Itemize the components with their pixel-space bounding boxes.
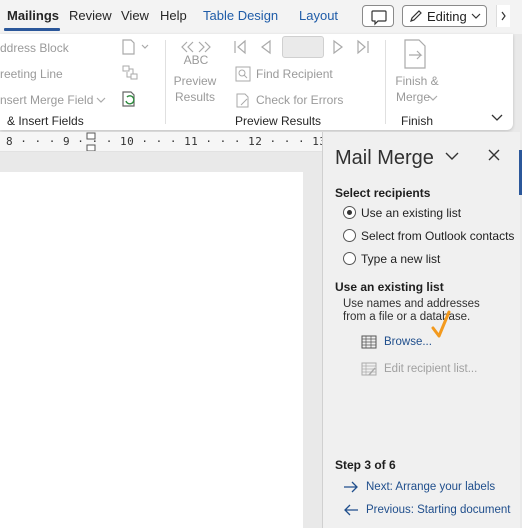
- insert-merge-field-button[interactable]: nsert Merge Field: [0, 93, 93, 107]
- edit-recipient-list-label: Edit recipient list...: [384, 363, 478, 375]
- chevron-down-icon: [428, 95, 438, 101]
- radio-button[interactable]: [343, 252, 356, 265]
- select-recipients-heading: Select recipients: [335, 186, 431, 200]
- chevron-down-icon: [96, 97, 106, 103]
- find-recipient-button[interactable]: Find Recipient: [256, 67, 333, 81]
- group-label-finish: Finish: [401, 114, 434, 128]
- edit-list-icon: [361, 362, 377, 376]
- arrow-left-icon: [344, 504, 358, 516]
- preview-abc-label: ABC: [183, 53, 209, 67]
- document-page[interactable]: [0, 172, 303, 528]
- chevron-down-icon[interactable]: [444, 148, 460, 164]
- radio-label: Select from Outlook contacts: [361, 229, 515, 243]
- collapse-ribbon-icon[interactable]: [490, 112, 504, 124]
- last-record-icon[interactable]: [355, 39, 371, 55]
- ruler-marks: 8 · · · 9 · · · 10 · · · 11 · · · 12 · ·…: [6, 135, 322, 148]
- radio-label: Type a new list: [361, 252, 441, 266]
- tab-help[interactable]: Help: [160, 8, 187, 23]
- record-number-input[interactable]: [282, 36, 324, 58]
- group-separator: [385, 40, 386, 124]
- ribbon-tab-bar: Mailings Review View Help Table Design L…: [0, 0, 522, 34]
- previous-step-label[interactable]: Previous: Starting document: [366, 504, 510, 516]
- browse-link-label[interactable]: Browse...: [384, 336, 432, 348]
- checkmark-icon: [431, 310, 451, 338]
- rules-icon[interactable]: [121, 38, 149, 56]
- table-icon: [361, 335, 377, 349]
- document-area: [0, 152, 322, 528]
- tab-mailings[interactable]: Mailings: [7, 8, 59, 23]
- use-existing-description: Use names and addresses from a file or a…: [343, 298, 480, 323]
- mail-merge-pane: Mail Merge Select recipients Use an exis…: [322, 132, 520, 528]
- editing-label: Editing: [427, 9, 467, 24]
- tab-view[interactable]: View: [121, 8, 149, 23]
- preview-results-button[interactable]: Preview: [170, 74, 220, 88]
- previous-record-icon[interactable]: [258, 39, 274, 55]
- tab-table-design[interactable]: Table Design: [203, 8, 278, 23]
- tab-layout[interactable]: Layout: [299, 8, 338, 23]
- active-tab-indicator: [4, 28, 60, 31]
- editing-mode-button[interactable]: Editing: [402, 5, 487, 27]
- match-fields-icon[interactable]: [121, 64, 139, 82]
- pane-title: Mail Merge: [335, 147, 434, 169]
- horizontal-ruler[interactable]: 8 · · · 9 · · · 10 · · · 11 · · · 12 · ·…: [0, 132, 322, 152]
- check-errors-icon: [236, 93, 249, 108]
- radio-button[interactable]: [343, 206, 356, 219]
- greeting-line-button[interactable]: reeting Line: [0, 67, 63, 81]
- first-record-icon[interactable]: [232, 39, 248, 55]
- pencil-icon: [410, 10, 422, 22]
- find-recipient-icon: [235, 66, 251, 82]
- group-label-write-insert: & Insert Fields: [7, 114, 84, 128]
- ribbon-overflow-button[interactable]: [496, 5, 510, 27]
- radio-button[interactable]: [343, 229, 356, 242]
- check-for-errors-button[interactable]: Check for Errors: [256, 93, 343, 107]
- ruler-indent-marker-icon[interactable]: [86, 132, 96, 152]
- step-indicator: Step 3 of 6: [335, 458, 396, 472]
- comments-button[interactable]: [362, 5, 394, 27]
- next-step-label[interactable]: Next: Arrange your labels: [366, 481, 495, 493]
- arrow-right-icon: [344, 481, 358, 493]
- ribbon: ddress Block reeting Line nsert Merge Fi…: [0, 34, 513, 130]
- chevron-right-icon: [501, 11, 506, 21]
- update-labels-icon[interactable]: [121, 90, 139, 108]
- radio-label: Use an existing list: [361, 206, 462, 220]
- next-record-icon[interactable]: [330, 39, 346, 55]
- finish-merge-button[interactable]: Finish &: [391, 74, 443, 88]
- group-label-preview-results: Preview Results: [235, 114, 322, 128]
- address-block-button[interactable]: ddress Block: [0, 41, 69, 55]
- preview-results-button-line2[interactable]: Results: [170, 90, 220, 104]
- chevron-down-icon: [471, 13, 481, 19]
- use-existing-list-heading: Use an existing list: [335, 280, 444, 294]
- finish-merge-icon: [404, 39, 426, 69]
- tab-review[interactable]: Review: [69, 8, 112, 23]
- group-separator: [165, 40, 166, 124]
- preview-results-icon: [181, 41, 211, 53]
- comment-icon: [371, 10, 387, 26]
- close-icon[interactable]: [487, 148, 501, 162]
